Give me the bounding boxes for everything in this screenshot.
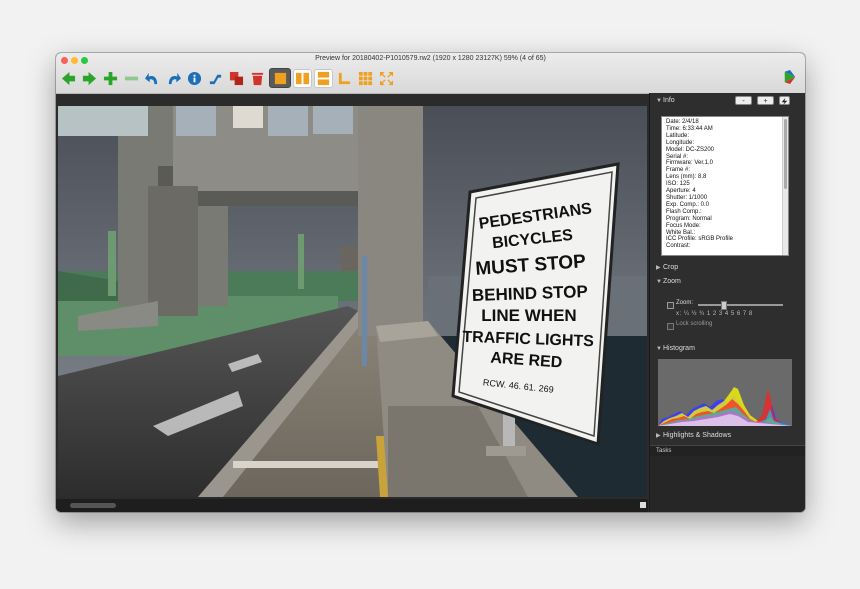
window-title: Preview for 20180402-P1010579.rw2 (1920 … [315, 55, 546, 62]
info-scrollbar-thumb[interactable] [784, 119, 787, 189]
info-line: ISO: 125 [666, 181, 690, 188]
sign-line-5: LINE WHEN [481, 306, 576, 325]
split-horizontal-icon [317, 71, 330, 85]
sign-line-4: BEHIND STOP [472, 282, 588, 305]
trash-icon [251, 72, 264, 85]
disclosure-down-icon: ▼ [656, 279, 662, 285]
info-line: Longitude: [666, 139, 695, 146]
info-line: Focus Mode: [666, 222, 701, 229]
info-line: Exp. Comp.: 0.0 [666, 201, 710, 208]
titlebar: Preview for 20180402-P1010579.rw2 (1920 … [56, 53, 805, 94]
grid-view-icon [358, 71, 373, 85]
disclosure-right-icon: ▶ [656, 433, 661, 439]
crop-icon [338, 72, 351, 84]
forward-button[interactable] [80, 68, 99, 88]
redo-icon [168, 72, 181, 84]
inspector-panel: ▼Info - + Date: 2/4/18 Time: 6:33:44 AM La… [649, 93, 805, 512]
disclosure-down-icon: ▼ [656, 98, 662, 104]
grid-view-button[interactable] [356, 68, 375, 88]
forward-icon [82, 71, 97, 85]
info-plus-button[interactable]: + [757, 96, 774, 105]
info-line: Serial #: [666, 153, 689, 160]
single-view-icon [274, 72, 286, 84]
undo-button[interactable] [143, 68, 162, 88]
horizontal-scrollbar[interactable] [56, 499, 648, 512]
trash-button[interactable] [248, 68, 267, 88]
histogram-graph [658, 359, 792, 426]
info-button[interactable] [185, 68, 204, 88]
zoom-slider[interactable] [698, 301, 783, 310]
remove-button[interactable] [122, 68, 141, 88]
undo-icon [145, 72, 158, 84]
info-line: Model: DC-ZS200 [666, 146, 715, 153]
info-list[interactable]: Date: 2/4/18 Time: 6:33:44 AM Latitude: Lon… [661, 116, 789, 256]
info-line: Latitude: [666, 132, 690, 139]
expand-icon [379, 71, 394, 85]
lightning-icon [781, 98, 788, 105]
sign-board: PEDESTRIANS BICYCLES MUST STOP BEHIND ST… [451, 162, 620, 447]
info-line: Firmware: Ver.1.0 [666, 160, 714, 167]
zoom-checkbox[interactable] [667, 302, 674, 309]
zoom-slider-knob[interactable] [721, 301, 727, 310]
back-icon [61, 71, 76, 85]
copy-icon [229, 71, 244, 85]
info-line: Aperture: 4 [666, 188, 696, 195]
info-line: White Bal.: [666, 229, 696, 236]
info-line: Program: Normal [666, 215, 712, 222]
expand-button[interactable] [377, 68, 396, 88]
info-minus-button[interactable]: - [735, 96, 752, 105]
tasks-list [650, 456, 805, 512]
app-logo-icon [784, 70, 796, 84]
info-line: Date: 2/4/18 [666, 119, 699, 125]
disclosure-down-icon: ▼ [656, 346, 662, 352]
single-view-button[interactable] [269, 68, 291, 88]
info-line: Shutter: 1/1000 [666, 194, 708, 201]
remove-icon [124, 76, 139, 80]
photo-preview[interactable]: PEDESTRIANS BICYCLES MUST STOP BEHIND ST… [58, 106, 647, 497]
copy-button[interactable] [227, 68, 246, 88]
resize-corner[interactable] [640, 502, 646, 508]
info-section-header[interactable]: ▼Info [656, 97, 675, 104]
add-button[interactable] [101, 68, 120, 88]
disclosure-right-icon: ▶ [656, 265, 661, 271]
lock-scrolling-checkbox[interactable] [667, 323, 674, 330]
photo-image: PEDESTRIANS BICYCLES MUST STOP BEHIND ST… [58, 106, 647, 497]
split-horizontal-button[interactable] [314, 68, 333, 88]
info-line: Contrast: [666, 243, 691, 250]
info-line: ICC Profile: sRGB Profile [666, 236, 734, 243]
split-vertical-icon [295, 72, 310, 84]
histogram-section-header[interactable]: ▼Histogram [656, 345, 695, 352]
zoom-label: Zoom: [676, 300, 694, 306]
highlights-section-header[interactable]: ▶ Highlights & Shadows [656, 432, 731, 439]
info-tool-button[interactable] [779, 96, 790, 105]
toolbar [59, 67, 398, 89]
lock-scrolling-label: Lock scrolling [676, 321, 713, 327]
info-line: Time: 6:33:44 AM [666, 125, 713, 132]
split-vertical-button[interactable] [293, 68, 312, 88]
adjust-icon [209, 74, 222, 84]
crop-button[interactable] [335, 68, 354, 88]
info-scrollbar[interactable] [782, 117, 788, 255]
redo-button[interactable] [164, 68, 183, 88]
info-line: Lens (mm): 8.8 [666, 174, 707, 181]
back-button[interactable] [59, 68, 78, 88]
scrollbar-thumb[interactable] [70, 503, 116, 508]
adjust-button[interactable] [206, 68, 225, 88]
zoom-scale-labels: x: ¼ ½ ¾ 1 2 3 4 5 6 7 8 [676, 311, 753, 317]
zoom-section-header[interactable]: ▼Zoom [656, 278, 681, 285]
info-icon [187, 71, 202, 85]
info-line: Frame #: [666, 167, 691, 174]
crop-section-header[interactable]: ▶ Crop [656, 264, 678, 271]
preview-window: Preview for 20180402-P1010579.rw2 (1920 … [56, 53, 805, 512]
info-line: Flash Comp.: [666, 208, 702, 215]
add-icon [103, 71, 118, 85]
